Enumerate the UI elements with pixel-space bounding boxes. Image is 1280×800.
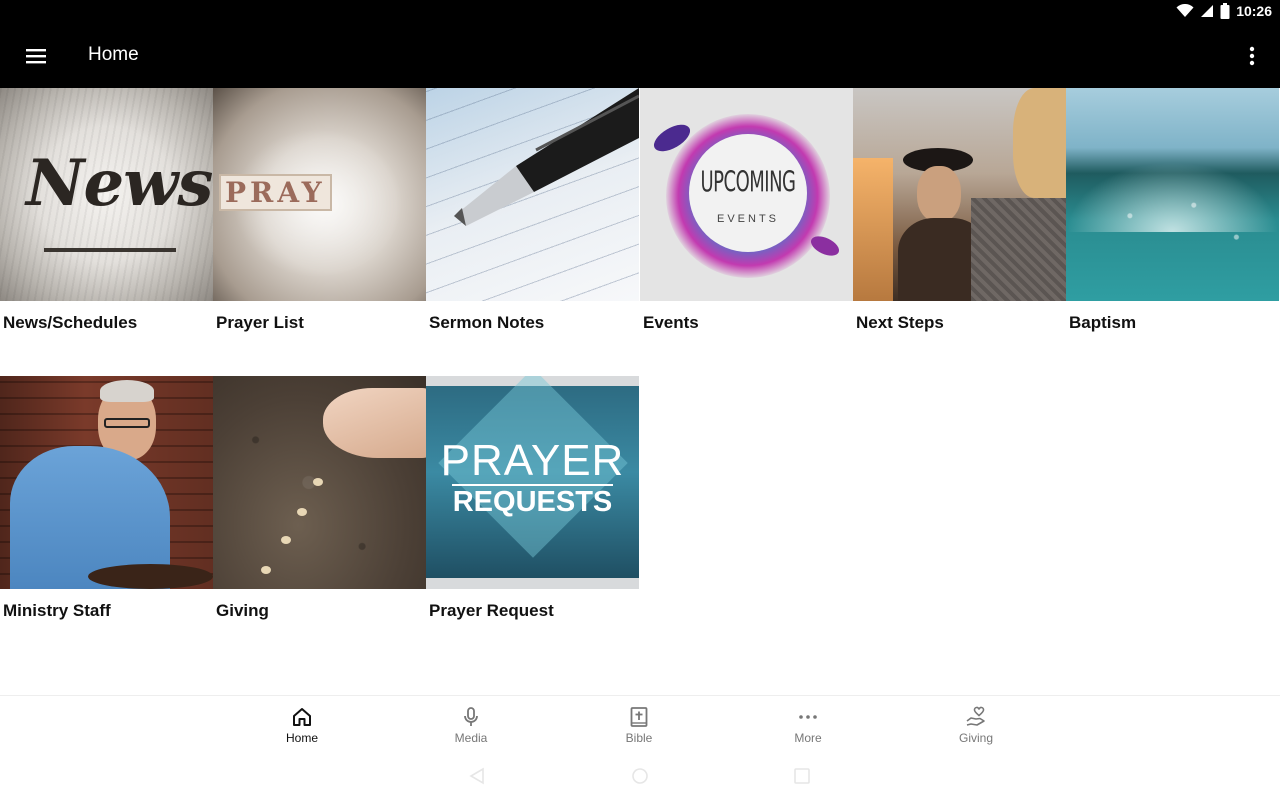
status-bar: 10:26 <box>0 0 1280 24</box>
tile-label: Giving <box>216 601 269 620</box>
tile-label: Next Steps <box>856 313 944 332</box>
tile-events[interactable]: UPCOMING EVENTS Events <box>640 88 853 332</box>
water-wave-image <box>1066 88 1279 301</box>
more-dots-icon <box>799 715 817 719</box>
tile-label: Baptism <box>1069 313 1137 332</box>
status-time: 10:26 <box>1236 3 1272 19</box>
nav-home[interactable]: Home <box>262 706 342 752</box>
battery-icon <box>1220 3 1230 19</box>
upcoming-text: UPCOMING <box>700 165 796 200</box>
tile-label: Prayer List <box>216 313 304 332</box>
nav-label: Media <box>454 731 488 745</box>
tile-prayer-list[interactable]: PRAY Prayer List <box>213 88 426 332</box>
tile-next-steps[interactable]: Next Steps <box>853 88 1066 332</box>
home-circle-icon[interactable] <box>631 767 649 785</box>
more-vertical-icon <box>1249 46 1255 66</box>
system-navigation-bar <box>0 755 1280 800</box>
tile-prayer-request[interactable]: PRAYER REQUESTS Prayer Request <box>426 376 639 620</box>
giving-heart-hand-icon <box>966 706 985 726</box>
pray-blocks-text: PRAY <box>219 174 332 211</box>
hamburger-menu-icon <box>26 49 46 64</box>
nav-media[interactable]: Media <box>431 706 511 752</box>
nav-label: Home <box>285 731 318 745</box>
friends-laughing-image <box>853 88 1066 301</box>
prayer-hands-image: PRAY <box>213 88 426 301</box>
nav-label: Giving <box>958 731 993 745</box>
tile-baptism[interactable]: Baptism <box>1066 88 1279 332</box>
tile-label: Events <box>643 313 699 332</box>
tile-label: Ministry Staff <box>3 601 111 620</box>
upcoming-events-image: UPCOMING EVENTS <box>640 88 853 301</box>
app-bar: Home <box>0 24 1280 88</box>
page-title: Home <box>88 44 139 65</box>
home-icon <box>293 708 311 726</box>
pen-graphic <box>454 88 639 226</box>
menu-button[interactable] <box>22 44 50 68</box>
prayer-text: PRAYER <box>440 436 625 485</box>
nav-more[interactable]: More <box>768 706 848 752</box>
planting-seeds-image <box>213 376 426 589</box>
tile-ministry-staff[interactable]: Ministry Staff <box>0 376 213 620</box>
tile-label: Prayer Request <box>429 601 554 620</box>
requests-text: REQUESTS <box>452 486 613 518</box>
tile-sermon-notes[interactable]: Sermon Notes <box>426 88 639 332</box>
tile-label: News/Schedules <box>3 313 138 332</box>
microphone-icon <box>464 707 478 726</box>
news-headline-text: News <box>26 146 213 221</box>
bottom-navigation: Home Media Bible More Giving <box>0 695 1280 755</box>
nav-bible[interactable]: Bible <box>599 706 679 752</box>
wifi-icon <box>1176 4 1194 17</box>
overflow-menu-button[interactable] <box>1246 44 1258 68</box>
staff-portrait-image <box>0 376 213 589</box>
status-icons: 10:26 <box>1176 3 1272 19</box>
pen-on-paper-image <box>426 88 639 301</box>
tile-news-schedules[interactable]: News News/Schedules <box>0 88 213 332</box>
cell-signal-icon <box>1201 5 1214 17</box>
nav-label: More <box>794 731 822 745</box>
recents-square-icon[interactable] <box>793 767 811 785</box>
nav-label: Bible <box>625 731 653 745</box>
prayer-requests-image: PRAYER REQUESTS <box>426 376 639 589</box>
news-image: News <box>0 88 213 301</box>
back-icon[interactable] <box>468 767 486 785</box>
events-subtext: EVENTS <box>716 213 779 225</box>
tile-label: Sermon Notes <box>429 313 545 332</box>
bible-icon <box>630 707 648 727</box>
tile-giving[interactable]: Giving <box>213 376 426 620</box>
nav-giving[interactable]: Giving <box>936 706 1016 752</box>
